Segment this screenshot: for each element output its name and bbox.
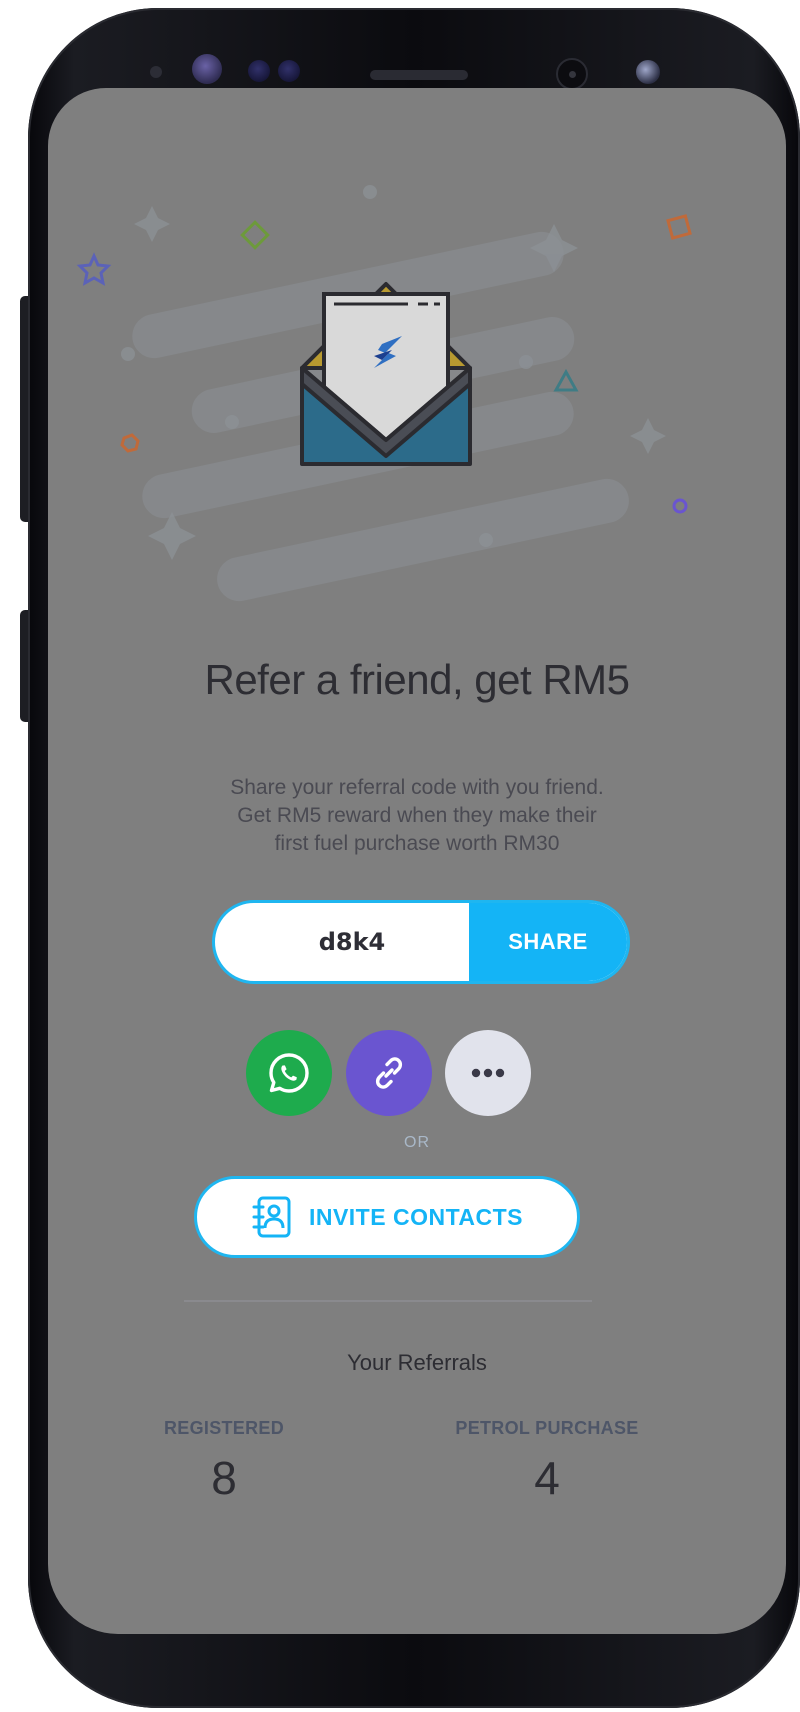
petrol-purchase-count: 4: [534, 1452, 560, 1504]
more-options-button[interactable]: [445, 1030, 531, 1116]
envelope-illustration: [76, 185, 692, 602]
referral-code[interactable]: d8k4: [215, 903, 469, 981]
share-button[interactable]: SHARE: [469, 903, 627, 981]
or-separator: OR: [404, 1134, 430, 1151]
contacts-book-icon: [252, 1196, 291, 1238]
page-title: Refer a friend, get RM5: [204, 656, 630, 703]
invite-contacts-button[interactable]: INVITE CONTACTS: [194, 1176, 580, 1258]
proximity-sensor: [150, 66, 162, 78]
description-line: Share your referral code with you friend…: [230, 776, 604, 799]
front-sensor-right: [278, 60, 300, 82]
description-line: first fuel purchase worth RM30: [274, 832, 560, 855]
section-divider: [184, 1300, 592, 1302]
iris-sensor: [192, 54, 222, 84]
front-camera: [556, 58, 588, 90]
front-sensor-left: [248, 60, 270, 82]
registered-label: REGISTERED: [163, 1418, 285, 1438]
whatsapp-icon: [269, 1053, 309, 1093]
link-icon: [375, 1057, 403, 1089]
registered-count: 8: [211, 1452, 237, 1504]
registered-stat: REGISTERED 8: [144, 1418, 304, 1505]
referral-code-box: d8k4 SHARE: [212, 900, 630, 984]
earpiece-speaker: [370, 70, 468, 80]
referral-description: Share your referral code with you friend…: [108, 774, 726, 858]
description-line: Get RM5 reward when they make their: [237, 804, 597, 827]
petrol-purchase-stat: PETROL PURCHASE 4: [434, 1418, 660, 1505]
petrol-purchase-label: PETROL PURCHASE: [455, 1418, 639, 1438]
whatsapp-share-button[interactable]: [246, 1030, 332, 1116]
phone-bottom-bezel: [28, 1642, 800, 1708]
device-mockup: Refer a friend, get RM5 Share your refer…: [0, 0, 800, 1712]
share-options: [48, 1030, 786, 1118]
app-screen: Refer a friend, get RM5 Share your refer…: [48, 88, 786, 1634]
iris-camera: [636, 60, 660, 84]
your-referrals-title: Your Referrals: [347, 1350, 487, 1375]
invite-contacts-label: INVITE CONTACTS: [308, 1203, 524, 1230]
more-dots-icon: [471, 1068, 505, 1078]
copy-link-button[interactable]: [346, 1030, 432, 1116]
